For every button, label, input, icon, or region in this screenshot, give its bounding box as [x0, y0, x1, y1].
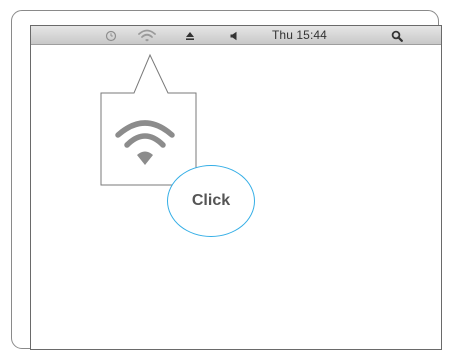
- menu-bar-clock[interactable]: Thu 15:44: [272, 26, 327, 45]
- volume-icon[interactable]: [227, 26, 241, 45]
- tutorial-illustration: Thu 15:44 Click: [0, 0, 451, 360]
- spotlight-search-icon[interactable]: [390, 26, 404, 45]
- click-instruction-label: Click: [191, 192, 231, 209]
- wifi-icon[interactable]: [136, 26, 158, 45]
- time-machine-icon[interactable]: [103, 26, 119, 45]
- menu-bar: Thu 15:44: [31, 26, 441, 45]
- click-instruction-badge: Click: [167, 165, 255, 237]
- eject-icon[interactable]: [183, 26, 197, 45]
